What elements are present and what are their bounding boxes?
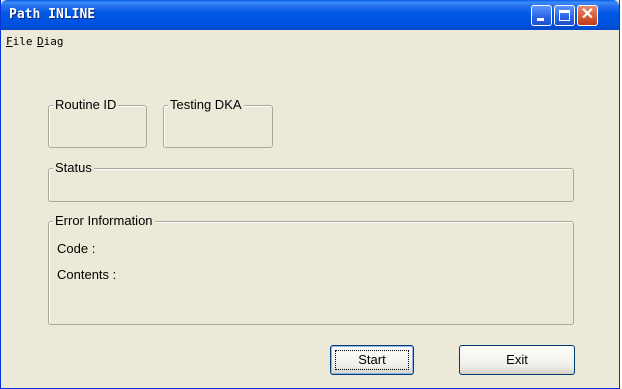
close-button[interactable]: ✕ [577,5,598,26]
exit-button-label: Exit [506,352,528,367]
minimize-button[interactable] [531,5,552,26]
error-information-group: Error Information Code : Contents : [48,213,574,325]
menu-diag[interactable]: Diag [37,35,64,48]
maximize-icon [559,10,570,21]
focus-rectangle [335,350,409,370]
status-group: Status [48,160,574,202]
maximize-button[interactable] [554,5,575,26]
error-contents-label: Contents : [57,267,117,282]
window-title: Path INLINE [9,7,96,22]
routine-id-group: Routine ID [48,97,147,148]
start-button[interactable]: Start [330,345,414,375]
routine-id-label: Routine ID [53,97,119,112]
close-icon: ✕ [580,6,595,23]
testing-dka-label: Testing DKA [168,97,244,112]
error-information-label: Error Information [53,213,155,228]
exit-button[interactable]: Exit [459,345,575,375]
error-code-label: Code : [57,241,96,256]
testing-dka-group: Testing DKA [163,97,273,148]
status-label: Status [53,160,94,175]
menu-file[interactable]: File [6,35,33,48]
minimize-icon [537,18,544,21]
title-bar[interactable]: Path INLINE ✕ [1,0,619,30]
app-window: Path INLINE ✕ File Diag Routine ID Testi… [0,0,620,389]
